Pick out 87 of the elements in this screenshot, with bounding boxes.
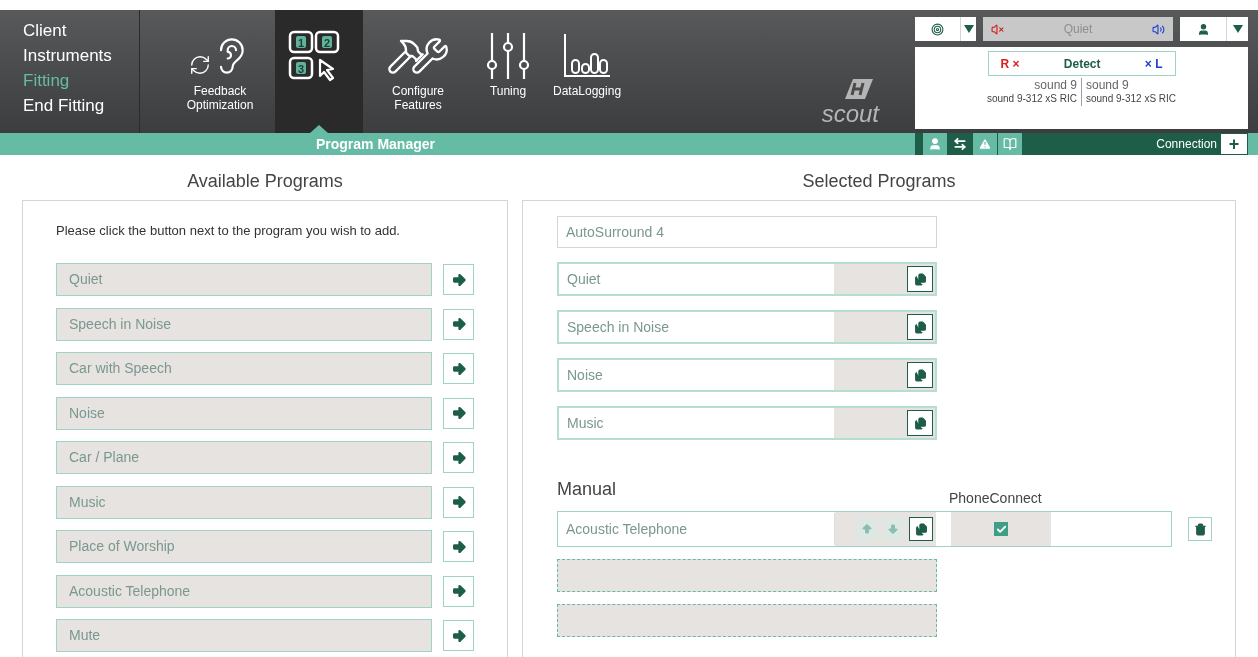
copy-icon	[913, 416, 927, 430]
person-icon	[1196, 22, 1210, 36]
device-name: sound 9	[1034, 78, 1077, 92]
module-tab[interactable]: 1 2 3	[275, 10, 363, 133]
base-program-field: AutoSurround 4	[557, 216, 937, 248]
program-item: Quiet	[56, 263, 433, 297]
arrow-right-icon	[450, 360, 467, 377]
logo-mark-icon	[843, 77, 875, 101]
copy-icon	[913, 272, 927, 286]
caret-icon	[960, 17, 976, 41]
tools-icon	[386, 36, 450, 76]
copy-button[interactable]	[907, 266, 933, 292]
add-program-button[interactable]	[443, 620, 474, 652]
phone-connect-checkbox[interactable]	[994, 522, 1008, 536]
add-program-button[interactable]	[443, 442, 474, 474]
delete-button[interactable]	[1188, 517, 1212, 541]
module-tab[interactable]: DataLogging	[543, 10, 632, 133]
program-item: Car with Speech	[56, 352, 433, 386]
module-tab[interactable]: Feedback Optimization	[165, 10, 275, 133]
program-name: Quiet	[1062, 21, 1094, 38]
instruction-text: Please click the button next to the program you wish to add.	[56, 222, 401, 240]
add-program-button[interactable]	[443, 575, 474, 607]
arrow-right-icon	[450, 316, 467, 333]
program-item: Noise	[56, 396, 433, 430]
program-item: Place of Worship	[56, 530, 433, 564]
copy-button[interactable]	[907, 362, 933, 388]
panel-title: Available Programs	[186, 170, 344, 193]
arrow-up-icon	[861, 523, 873, 535]
trash-icon	[1193, 522, 1207, 536]
device-model: sound 9-312 xS RIC	[1086, 92, 1177, 106]
copy-icon	[913, 320, 927, 334]
logo-text: scout	[821, 101, 879, 127]
program-item: Music	[56, 485, 433, 519]
program-name-field: Speech in Noise	[559, 312, 834, 342]
connection-label: Connection	[1156, 136, 1217, 153]
add-program-button[interactable]	[443, 397, 474, 429]
program-item: Mute	[56, 619, 433, 653]
swap-arrows-icon	[953, 137, 967, 151]
nav-item[interactable]: End Fitting	[23, 93, 139, 118]
program-name-field: Noise	[559, 360, 834, 390]
program-name-field: Quiet	[559, 264, 834, 294]
nav-item[interactable]: Instruments	[23, 43, 139, 68]
add-connection-button[interactable]: +	[1221, 134, 1247, 154]
program-item: Speech in Noise	[56, 307, 433, 341]
copy-button[interactable]	[907, 314, 933, 340]
add-program-button[interactable]	[443, 308, 474, 340]
nav-item[interactable]: Fitting	[23, 68, 139, 93]
arrow-right-icon	[450, 627, 467, 644]
add-program-button[interactable]	[443, 353, 474, 385]
target-icon	[931, 22, 944, 36]
person-icon	[928, 137, 942, 151]
program-item: Car / Plane	[56, 441, 433, 475]
sliders-icon	[486, 31, 530, 81]
arrow-right-icon	[450, 271, 467, 288]
add-program-button[interactable]	[443, 264, 474, 296]
program-name-field: Music	[559, 408, 834, 438]
speaker-icon	[1152, 22, 1165, 36]
mode-select[interactable]	[915, 17, 976, 41]
copy-icon	[913, 368, 927, 382]
device-model: sound 9-312 xS RIC	[986, 92, 1077, 106]
section-title: Program Manager	[315, 135, 435, 154]
add-program-button[interactable]	[443, 486, 474, 518]
check-icon	[995, 523, 1007, 535]
warning-icon	[978, 137, 992, 151]
user-select[interactable]	[1180, 17, 1248, 41]
column-label: PhoneConnect	[949, 489, 1042, 508]
module-tab[interactable]: Tuning	[473, 10, 543, 133]
program-item: Acoustic Telephone	[56, 574, 433, 608]
bar-chart-icon	[562, 32, 613, 80]
arrow-right-icon	[450, 449, 467, 466]
copy-icon	[914, 522, 928, 536]
book-icon	[1003, 137, 1017, 151]
arrow-right-icon	[450, 494, 467, 511]
arrow-down-icon	[887, 523, 899, 535]
device-name: sound 9	[1086, 78, 1129, 92]
arrow-right-icon	[450, 538, 467, 555]
mute-speaker-icon	[991, 22, 1004, 36]
panel-title: Selected Programs	[801, 170, 957, 193]
manual-heading: Manual	[557, 478, 618, 501]
arrow-right-icon	[450, 583, 467, 600]
copy-button[interactable]	[907, 410, 933, 436]
add-program-button[interactable]	[443, 531, 474, 563]
arrow-right-icon	[450, 405, 467, 422]
module-tab[interactable]: Configure Features	[363, 10, 473, 133]
detect-button[interactable]: R × Detect × L	[987, 51, 1176, 76]
copy-button[interactable]	[909, 517, 933, 541]
nav-item[interactable]: Client	[23, 18, 139, 43]
